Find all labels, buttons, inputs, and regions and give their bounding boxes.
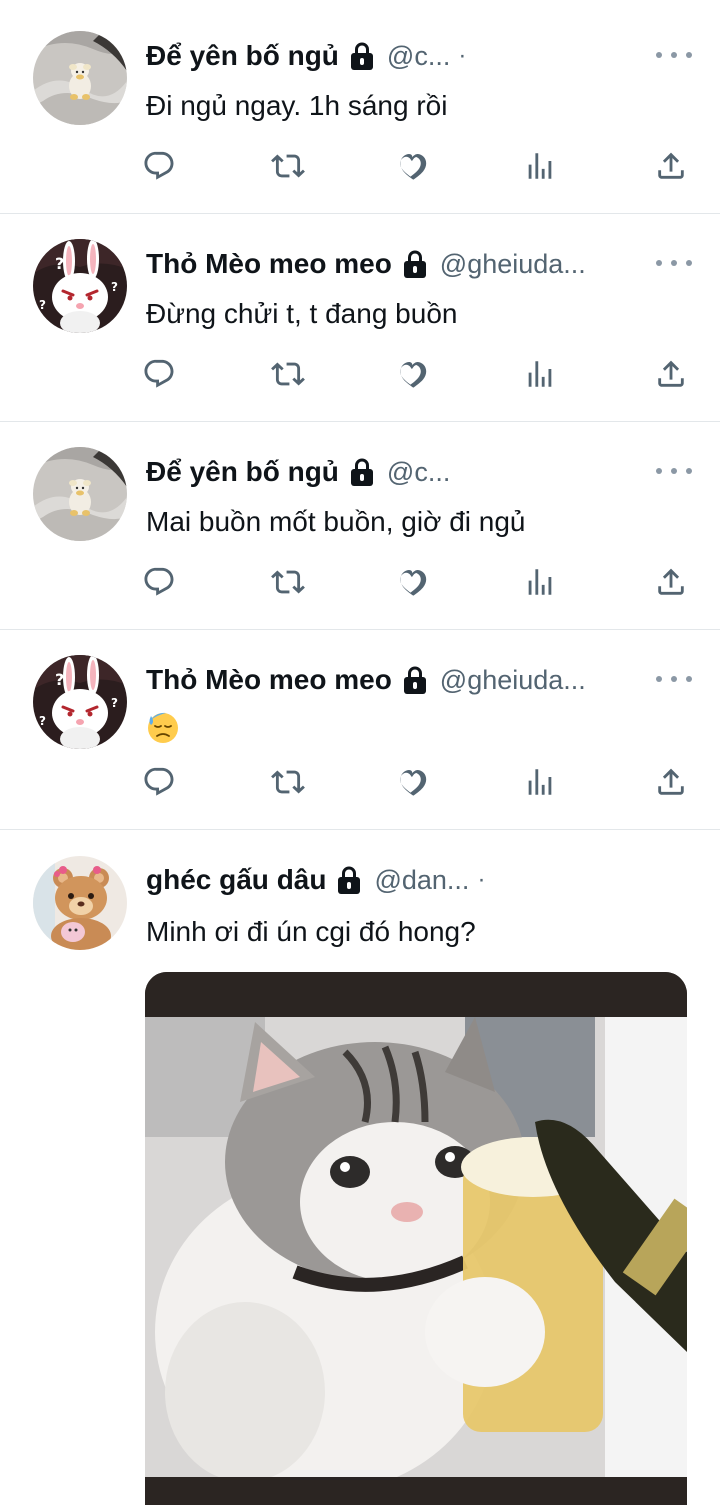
separator-dot: ·: [458, 42, 467, 69]
display-name[interactable]: Thỏ Mèo meo meo: [146, 664, 392, 696]
reply-icon[interactable]: [137, 144, 181, 188]
downcast-sweat-face-icon: [146, 710, 180, 744]
views-icon[interactable]: [518, 144, 562, 188]
handle[interactable]: @c...: [387, 41, 450, 72]
tweet-actions: [0, 760, 720, 804]
display-name[interactable]: Để yên bố ngủ: [146, 40, 339, 72]
tweet[interactable]: Thỏ Mèo meo meo @gheiuda... Đừng chửi t,…: [0, 214, 720, 422]
like-icon[interactable]: [389, 352, 433, 396]
like-icon[interactable]: [389, 560, 433, 604]
crying-cat-with-beer-image[interactable]: [145, 972, 687, 1505]
share-icon[interactable]: [649, 144, 693, 188]
display-name[interactable]: Thỏ Mèo meo meo: [146, 248, 392, 280]
retweet-icon[interactable]: [266, 560, 310, 604]
tweet-header: ghéc gấu dâu @dan... ·: [146, 860, 646, 900]
reply-icon[interactable]: [137, 352, 181, 396]
handle[interactable]: @c...: [387, 457, 450, 488]
more-options-icon[interactable]: [656, 461, 692, 481]
handle[interactable]: @dan...: [374, 865, 469, 896]
tweet-text: Minh ơi đi ún cgi đó hong?: [146, 916, 476, 947]
views-icon[interactable]: [518, 760, 562, 804]
tweet-actions: [0, 560, 720, 604]
lock-icon: [402, 665, 428, 695]
display-name[interactable]: Để yên bố ngủ: [146, 456, 339, 488]
sheep-plush-avatar[interactable]: [33, 447, 127, 541]
tweet[interactable]: Để yên bố ngủ @c... · Đi ngủ ngay. 1h sá…: [0, 0, 720, 214]
handle[interactable]: @gheiuda...: [440, 249, 586, 280]
tweet-text: Đi ngủ ngay. 1h sáng rồi: [146, 90, 448, 121]
tweet-actions: [0, 144, 720, 188]
more-options-icon[interactable]: [656, 253, 692, 273]
views-icon[interactable]: [518, 352, 562, 396]
tweet-actions: [0, 352, 720, 396]
retweet-icon[interactable]: [266, 352, 310, 396]
tweet-header: Để yên bố ngủ @c...: [146, 452, 646, 492]
lock-icon: [349, 457, 375, 487]
handle[interactable]: @gheiuda...: [440, 665, 586, 696]
share-icon[interactable]: [649, 560, 693, 604]
tweet-header: Thỏ Mèo meo meo @gheiuda...: [146, 660, 646, 700]
lock-icon: [336, 865, 362, 895]
tweet-header: Để yên bố ngủ @c... ·: [146, 36, 646, 76]
share-icon[interactable]: [649, 352, 693, 396]
display-name[interactable]: ghéc gấu dâu: [146, 864, 326, 896]
white-rabbit-avatar[interactable]: [33, 655, 127, 749]
more-options-icon[interactable]: [656, 45, 692, 65]
like-icon[interactable]: [389, 144, 433, 188]
tweet-text: Mai buồn mốt buồn, giờ đi ngủ: [146, 506, 526, 537]
white-rabbit-avatar[interactable]: [33, 239, 127, 333]
more-options-icon[interactable]: [656, 669, 692, 689]
retweet-icon[interactable]: [266, 760, 310, 804]
tweet[interactable]: Để yên bố ngủ @c... Mai buồn mốt buồn, g…: [0, 422, 720, 630]
tweet-header: Thỏ Mèo meo meo @gheiuda...: [146, 244, 646, 284]
views-icon[interactable]: [518, 560, 562, 604]
sheep-plush-avatar[interactable]: [33, 31, 127, 125]
teddy-bear-avatar[interactable]: [33, 856, 127, 950]
tweet-text: Đừng chửi t, t đang buồn: [146, 298, 458, 329]
tweet[interactable]: Thỏ Mèo meo meo @gheiuda...: [0, 630, 720, 830]
share-icon[interactable]: [649, 760, 693, 804]
reply-icon[interactable]: [137, 760, 181, 804]
reply-icon[interactable]: [137, 560, 181, 604]
retweet-icon[interactable]: [266, 144, 310, 188]
separator-dot: ·: [477, 866, 486, 893]
lock-icon: [402, 249, 428, 279]
lock-icon: [349, 41, 375, 71]
like-icon[interactable]: [389, 760, 433, 804]
